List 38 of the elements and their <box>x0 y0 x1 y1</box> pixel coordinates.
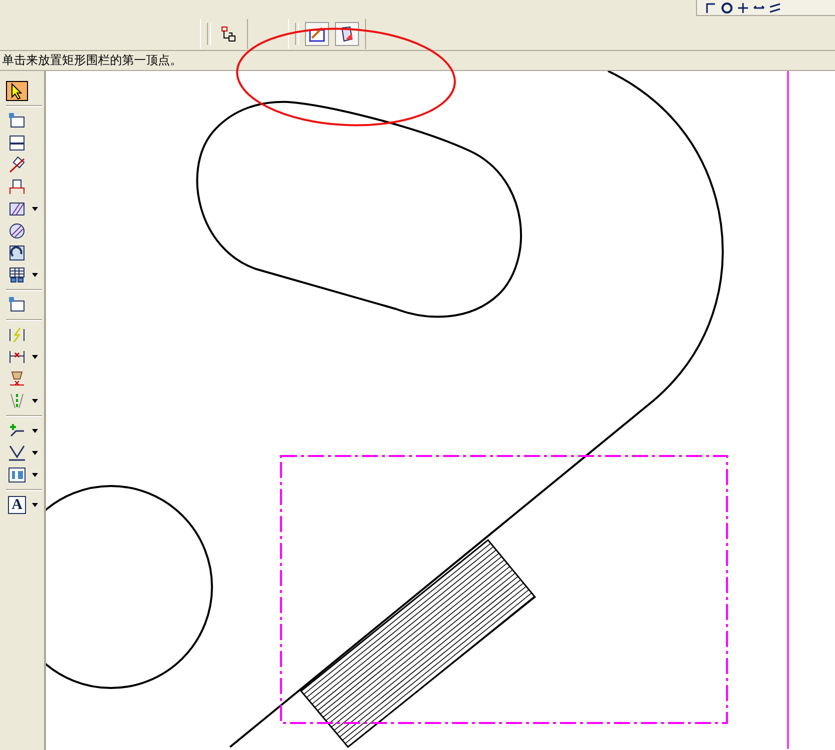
dropdown-arrow-icon[interactable] <box>32 473 38 477</box>
tool-button[interactable] <box>737 0 749 15</box>
tool-button[interactable] <box>305 22 329 46</box>
dropdown-arrow-icon[interactable] <box>32 503 38 507</box>
tool-button[interactable] <box>6 465 28 485</box>
detail-icon <box>8 178 26 196</box>
rotate-icon <box>8 244 26 262</box>
tool-button[interactable] <box>6 443 28 463</box>
dropdown-arrow-icon[interactable] <box>32 451 38 455</box>
ring-icon <box>721 2 733 14</box>
hatch-icon <box>8 200 26 218</box>
view-icon <box>8 112 26 130</box>
cross-icon <box>737 2 749 14</box>
break-icon <box>8 156 26 174</box>
tool-button[interactable] <box>721 0 733 15</box>
dropdown-arrow-icon[interactable] <box>32 207 38 211</box>
section-icon <box>8 134 26 152</box>
tree-icon <box>220 25 238 43</box>
tool-button[interactable]: A <box>6 495 28 515</box>
dim-bolt-icon <box>8 326 26 344</box>
view-icon <box>8 296 26 314</box>
weld-icon <box>8 444 26 462</box>
table-icon <box>8 266 26 284</box>
pencil-frame-icon <box>308 25 326 43</box>
dim-hand-icon <box>8 370 26 388</box>
dropdown-arrow-icon[interactable] <box>32 273 38 277</box>
frame-icon <box>8 466 26 484</box>
centerline-icon <box>8 392 26 410</box>
round-hatch-icon <box>8 222 26 240</box>
tool-button[interactable] <box>6 81 28 101</box>
dropdown-arrow-icon[interactable] <box>32 429 38 433</box>
dropdown-arrow-icon[interactable] <box>32 355 38 359</box>
slash-icon <box>769 2 781 14</box>
dropdown-arrow-icon[interactable] <box>32 399 38 403</box>
prompt-text: 单击来放置矩形围栏的第一顶点。 <box>2 52 182 69</box>
corner-icon <box>705 2 717 14</box>
dim-x-icon <box>8 348 26 366</box>
tool-button[interactable] <box>335 22 359 46</box>
